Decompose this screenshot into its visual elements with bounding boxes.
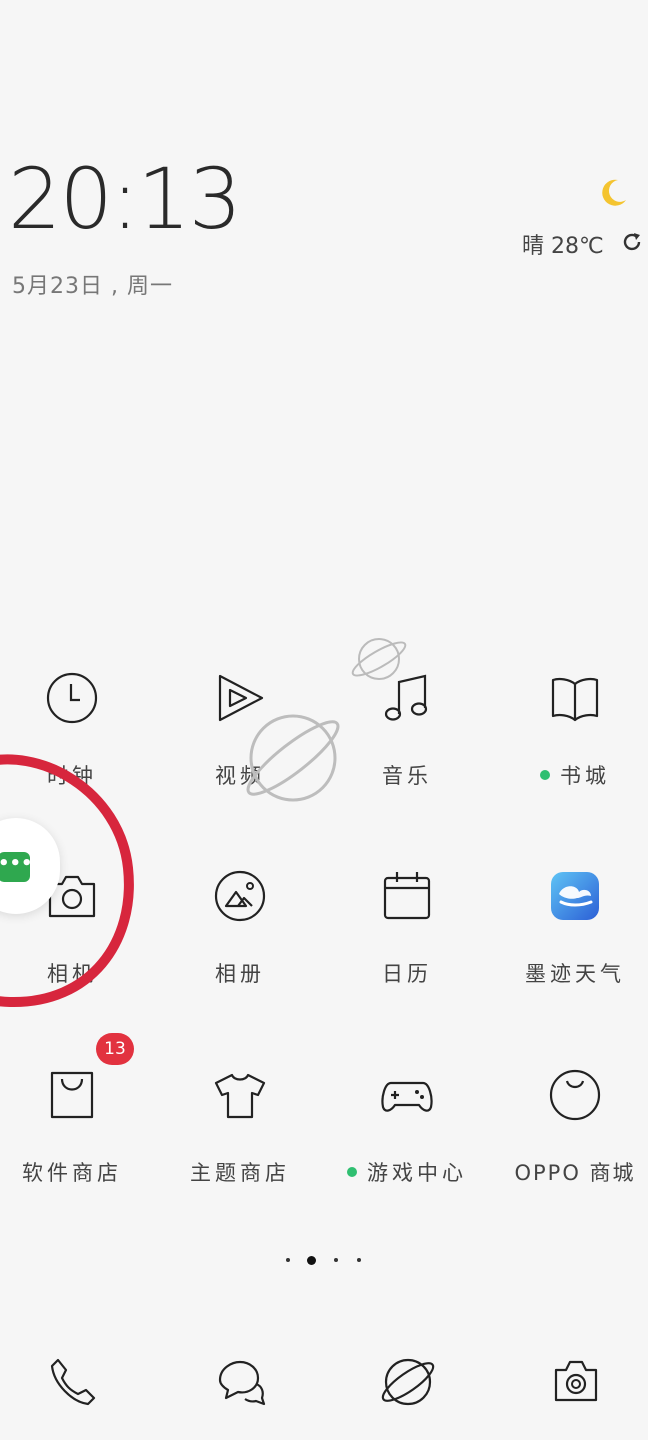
app-game-center[interactable]: 游戏中心 (332, 1067, 482, 1217)
app-bookstore[interactable]: 书城 (500, 670, 648, 820)
app-label: 软件商店 (22, 1161, 122, 1185)
refresh-icon[interactable] (620, 230, 644, 254)
app-music[interactable]: 音乐 (332, 670, 482, 820)
page-dot-current (307, 1256, 316, 1265)
app-label: 书城 (500, 760, 648, 790)
browser-planet-icon[interactable] (380, 1354, 436, 1410)
app-calendar[interactable]: 日历 (332, 868, 482, 1018)
app-theme-store[interactable]: 主题商店 (165, 1067, 315, 1217)
app-gallery[interactable]: 相册 (165, 868, 315, 1018)
app-label: 墨迹天气 (525, 962, 625, 986)
page-dot (357, 1258, 361, 1262)
date-text: 5月23日 , 周一 (12, 274, 173, 299)
weather-text[interactable]: 晴 28℃ (522, 228, 604, 260)
moji-weather-icon (551, 872, 599, 920)
messages-icon[interactable] (212, 1354, 268, 1410)
app-label: OPPO 商城 (514, 1161, 636, 1185)
shopping-bag-icon (50, 1071, 94, 1119)
book-icon (551, 677, 599, 722)
page-indicator[interactable] (280, 1252, 370, 1268)
notification-badge: 13 (96, 1033, 134, 1065)
clock-icon (46, 672, 98, 724)
gamepad-icon (381, 1081, 433, 1112)
update-dot (347, 1167, 357, 1177)
app-label: 主题商店 (190, 1161, 290, 1185)
clock-time[interactable]: 20:13 (8, 150, 242, 248)
chat-more-icon[interactable]: ••• (0, 852, 33, 882)
wallpaper-planet-small (351, 638, 407, 680)
moon-icon (602, 179, 626, 206)
wallpaper-planet-large (246, 714, 340, 802)
camera-settings-icon[interactable] (548, 1354, 604, 1410)
app-moji-weather[interactable]: 墨迹天气 (500, 868, 648, 1018)
app-label: 游戏中心 (332, 1157, 482, 1187)
update-dot (540, 770, 550, 780)
tshirt-icon (214, 1073, 266, 1119)
app-label: 日历 (382, 962, 432, 986)
phone-icon[interactable] (44, 1354, 100, 1410)
gallery-icon (214, 870, 266, 922)
app-label: 相册 (215, 962, 265, 986)
app-oppo-store[interactable]: OPPO 商城 (500, 1067, 648, 1217)
app-software-store[interactable]: 软件商店 (0, 1067, 147, 1217)
calendar-icon (383, 872, 431, 920)
app-label: 音乐 (382, 764, 432, 788)
oppo-store-icon (549, 1069, 601, 1121)
page-dot (286, 1258, 290, 1262)
page-dot (334, 1258, 338, 1262)
